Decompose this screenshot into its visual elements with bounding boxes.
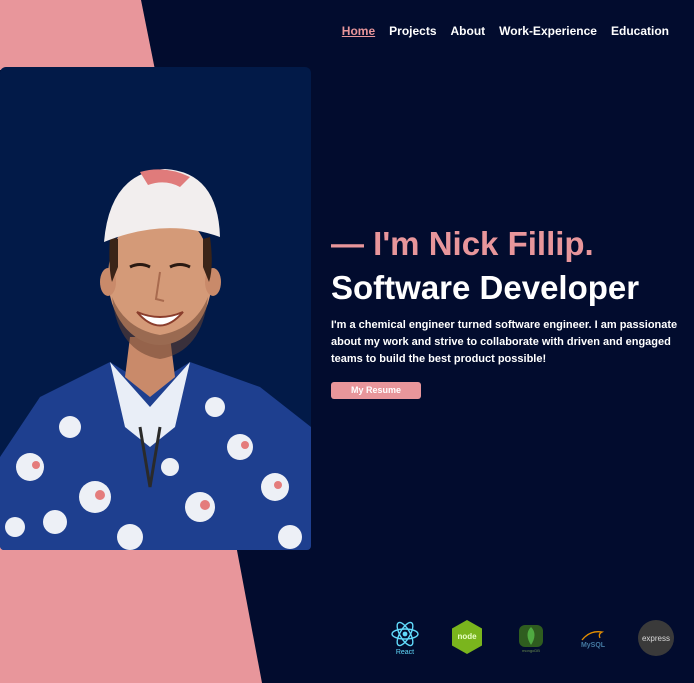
top-nav: Home Projects About Work-Experience Educ… xyxy=(342,24,669,38)
node-logo: node xyxy=(450,619,484,655)
react-label: React xyxy=(395,649,415,656)
nav-education[interactable]: Education xyxy=(611,24,669,38)
react-icon xyxy=(391,621,419,647)
mongodb-label: mongoDB xyxy=(522,647,540,653)
nav-home[interactable]: Home xyxy=(342,24,375,38)
mongodb-icon xyxy=(519,624,543,647)
nav-about[interactable]: About xyxy=(451,24,486,38)
nav-work-experience[interactable]: Work-Experience xyxy=(499,24,597,38)
greeting-heading: — I'm Nick Fillip. xyxy=(331,225,594,262)
mysql-logo: MySQL xyxy=(576,624,610,652)
mysql-icon xyxy=(581,630,605,640)
node-label: node xyxy=(457,632,477,641)
decor-pink-top xyxy=(0,0,155,70)
role-heading: Software Developer xyxy=(331,269,640,306)
decor-pink-bottom xyxy=(0,545,262,683)
bio-text: I'm a chemical engineer turned software … xyxy=(331,319,678,365)
nav-projects[interactable]: Projects xyxy=(389,24,436,38)
portrait-illustration xyxy=(0,169,311,550)
mongodb-logo: mongoDB xyxy=(516,621,546,655)
react-logo: React xyxy=(388,618,422,658)
resume-button[interactable]: My Resume xyxy=(331,382,421,399)
hero-section: — I'm Nick Fillip. Software Developer I'… xyxy=(331,225,681,399)
express-logo: express xyxy=(638,620,674,656)
express-label: express xyxy=(641,633,670,643)
profile-photo xyxy=(0,67,311,550)
mysql-label: MySQL xyxy=(580,641,606,649)
